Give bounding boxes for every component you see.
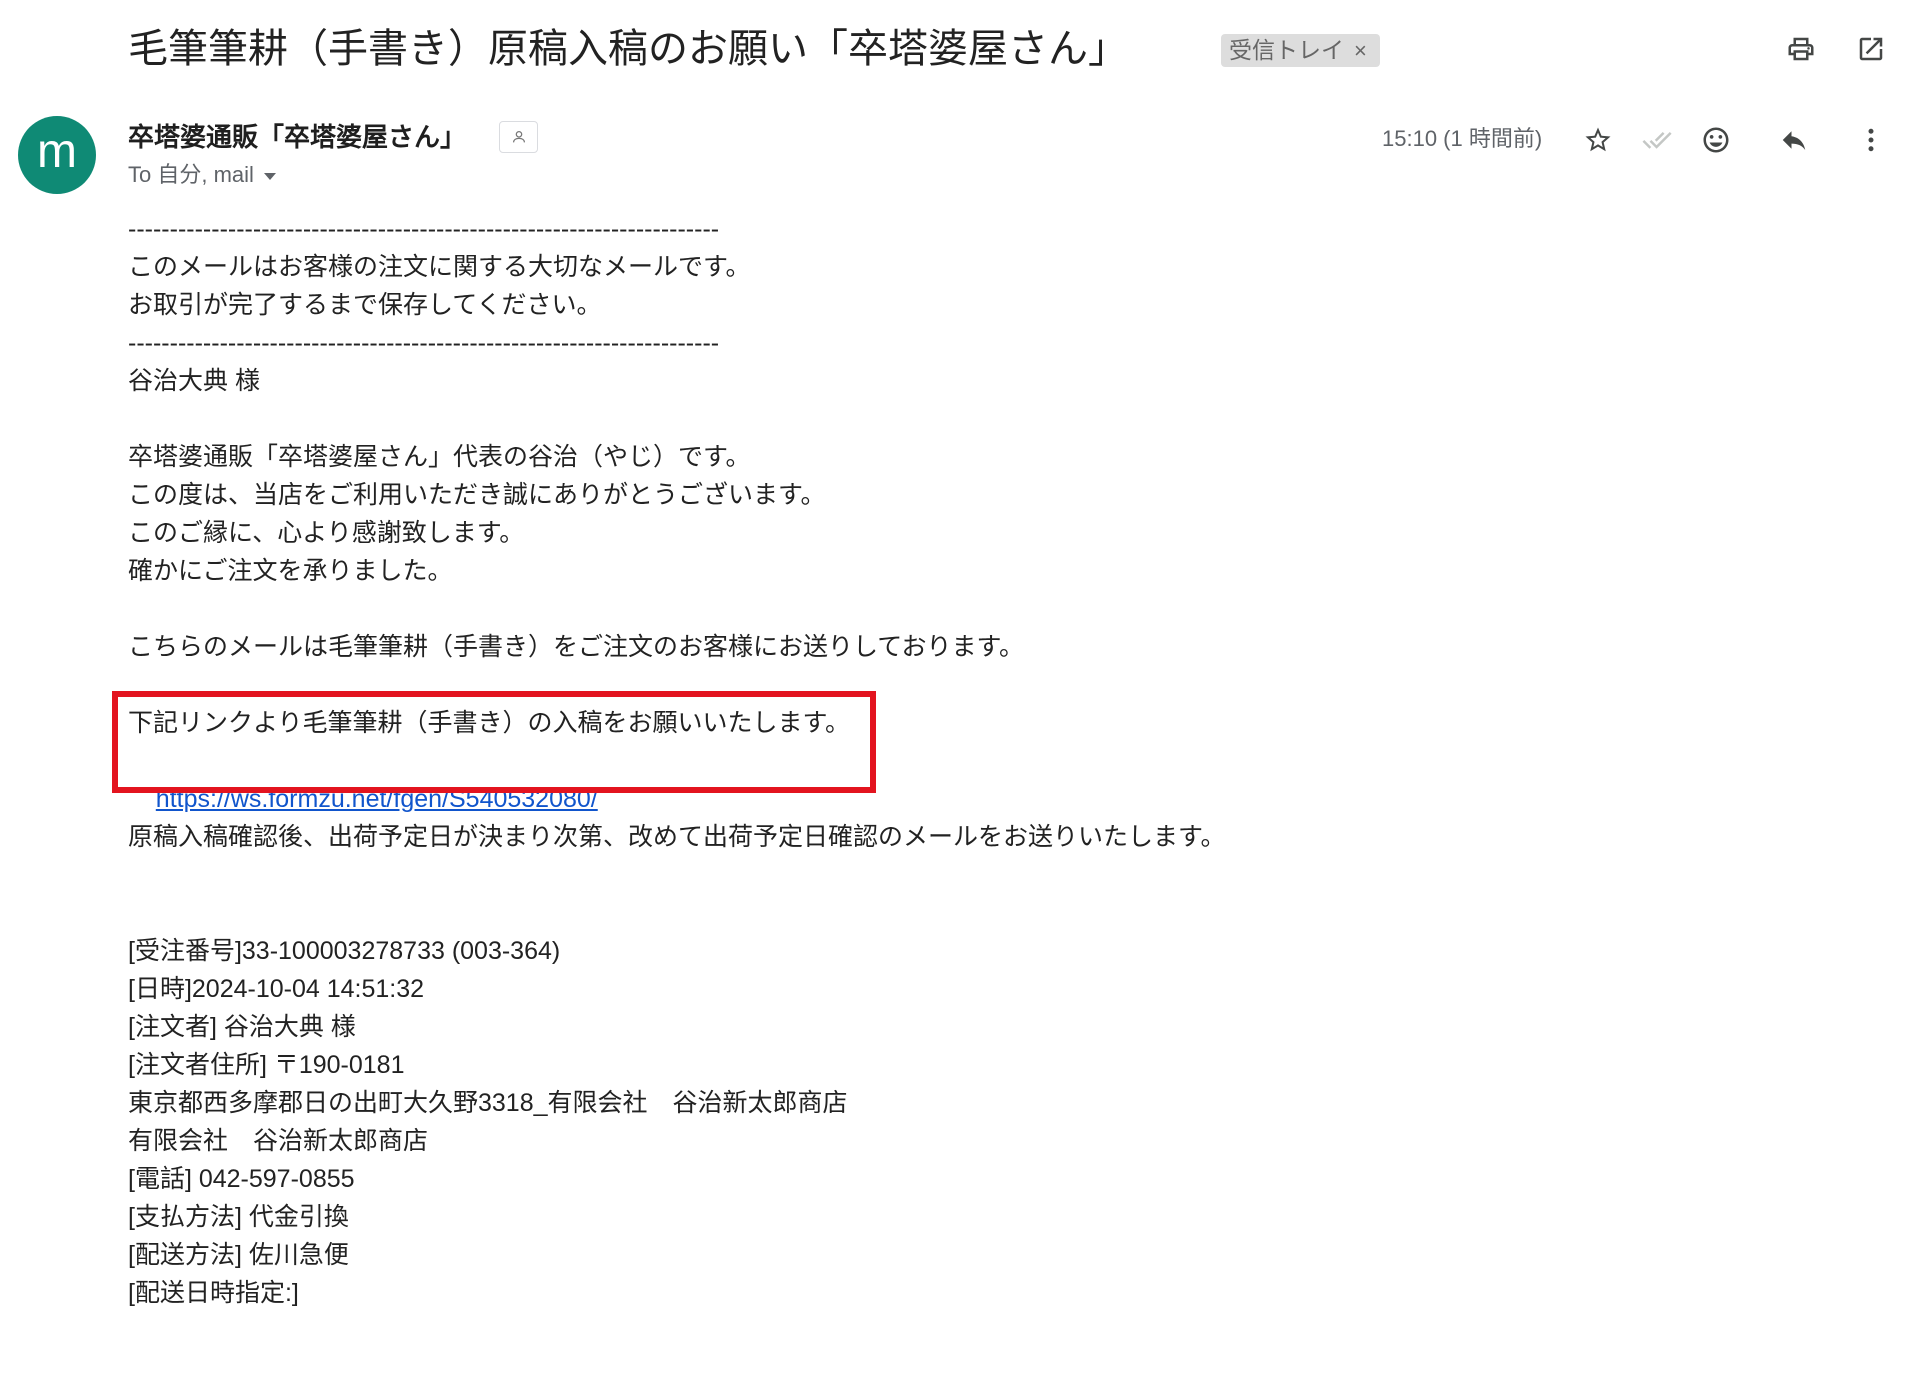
order-detail-line: [配送日時指定:] — [128, 1279, 299, 1307]
order-detail-line: [配送方法] 佐川急便 — [128, 1241, 349, 1269]
body-text-line: 確かにご注文を承りました。 — [128, 557, 453, 585]
label-chip-text: 受信トレイ — [1229, 37, 1344, 63]
order-detail-line: [注文者住所] 〒190-0181 — [128, 1051, 405, 1079]
recipients-line: To 自分, mail — [128, 161, 276, 189]
body-text-line: この度は、当店をご利用いただき誠にありがとうございます。 — [128, 481, 826, 509]
order-detail-line: [受注番号]33-100003278733 (003-364) — [128, 937, 561, 965]
order-detail-line: [注文者] 谷治大典 様 — [128, 1013, 356, 1041]
open-in-new-icon[interactable] — [1855, 33, 1887, 65]
contact-person-icon — [512, 130, 525, 143]
sender-avatar[interactable]: m — [18, 116, 96, 194]
message-timestamp: 15:10 (1 時間前) — [1382, 126, 1543, 151]
order-detail-line: [日時]2024-10-04 14:51:32 — [128, 975, 425, 1003]
body-text-line: このご縁に、心より感謝致します。 — [128, 519, 525, 547]
message-body: ----------------------------------------… — [128, 210, 1828, 1312]
body-text-line: お取引が完了するまで保存してください。 — [128, 291, 602, 319]
order-detail-line: [支払方法] 代金引換 — [128, 1203, 349, 1231]
greeting-line: 谷治大典 様 — [128, 367, 260, 395]
body-text-line: 原稿入稿確認後、出荷予定日が決まり次第、改めて出荷予定日確認のメールをお送りいた… — [128, 823, 1226, 851]
reply-icon[interactable] — [1778, 124, 1810, 156]
recipients-dropdown-icon[interactable] — [263, 172, 276, 180]
form-link[interactable]: https://ws.formzu.net/fgen/S540532080/ — [156, 785, 598, 813]
show-contact-button[interactable] — [499, 121, 538, 153]
double-check-icon — [1641, 124, 1673, 156]
emoji-icon[interactable] — [1700, 124, 1732, 156]
separator-line: ----------------------------------------… — [128, 329, 720, 357]
print-icon[interactable] — [1785, 33, 1817, 65]
request-line: 下記リンクより毛筆筆耕（手書き）の入稿をお願いいたします。 — [128, 709, 851, 737]
remove-label-button[interactable]: × — [1354, 34, 1367, 67]
body-text-line: 卒塔婆通販「卒塔婆屋さん」代表の谷治（やじ）です。 — [128, 443, 751, 471]
order-detail-line: 有限会社 谷治新太郎商店 — [128, 1127, 429, 1155]
email-subject: 毛筆筆耕（手書き）原稿入稿のお願い「卒塔婆屋さん」 — [128, 27, 1128, 71]
separator-line: ----------------------------------------… — [128, 215, 720, 243]
star-icon[interactable] — [1582, 124, 1614, 156]
order-detail-line: 東京都西多摩郡日の出町大久野3318_有限会社 谷治新太郎商店 — [128, 1089, 848, 1117]
inbox-label-chip[interactable]: 受信トレイ × — [1221, 34, 1380, 67]
recipients-text: To 自分, mail — [128, 162, 254, 187]
more-vertical-icon[interactable] — [1855, 124, 1887, 156]
order-detail-line: [電話] 042-597-0855 — [128, 1165, 355, 1193]
link-line: https://ws.formzu.net/fgen/S540532080/ — [128, 742, 1828, 813]
sender-name[interactable]: 卒塔婆通販「卒塔婆屋さん」 — [128, 121, 466, 153]
body-text-line: このメールはお客様の注文に関する大切なメールです。 — [128, 253, 751, 281]
body-text-line: こちらのメールは毛筆筆耕（手書き）をご注文のお客様にお送りしております。 — [128, 633, 1025, 661]
